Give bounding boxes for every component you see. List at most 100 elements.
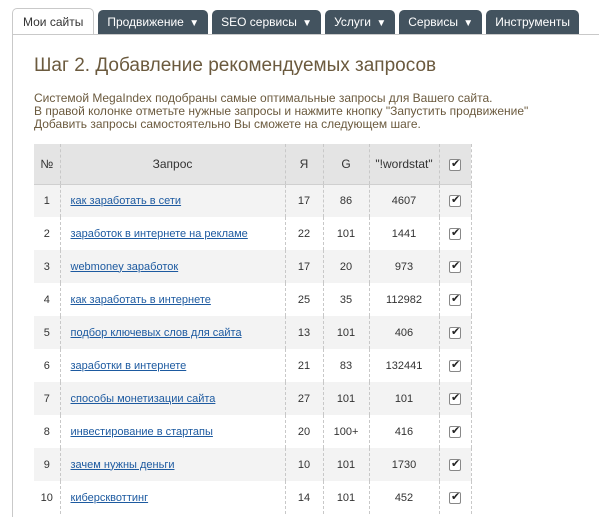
- row-num: 7: [43, 392, 50, 405]
- wordstat-count-cell: 406: [369, 316, 440, 349]
- wordstat-count: 406: [394, 326, 414, 339]
- query-link[interactable]: инвестирование в стартапы: [71, 426, 213, 438]
- query-link[interactable]: как заработать в интернете: [71, 294, 211, 306]
- query-link[interactable]: киберсквоттинг: [71, 492, 149, 504]
- wordstat-count: 132441: [385, 359, 423, 372]
- query-link-cell: как заработать в сети: [60, 184, 286, 217]
- chevron-down-icon: ▼: [376, 18, 387, 29]
- row-num-cell: 6: [34, 349, 61, 382]
- select-cell: [439, 481, 472, 514]
- yandex-position: 17: [297, 260, 311, 273]
- row-num-cell: 4: [34, 283, 61, 316]
- header-select-all: [439, 144, 472, 185]
- select-cell: [439, 250, 472, 283]
- row-num-cell: 3: [34, 250, 61, 283]
- table-row: 7 способы монетизации сайта 27 101 101: [34, 382, 472, 415]
- row-num-cell: 9: [34, 448, 61, 481]
- tab-label: Инструменты: [495, 15, 571, 29]
- select-cell: [439, 349, 472, 382]
- query-link[interactable]: зачем нужны деньги: [71, 459, 175, 471]
- query-checkbox[interactable]: [449, 226, 461, 240]
- query-link[interactable]: способы монетизации сайта: [71, 393, 216, 405]
- row-num-cell: 2: [34, 217, 61, 250]
- header-query: Запрос: [60, 144, 286, 185]
- yandex-position: 21: [297, 359, 311, 372]
- query-link-cell: как заработать в интернете: [60, 283, 286, 316]
- tab-services-paid[interactable]: Услуги ▼: [325, 10, 396, 35]
- yandex-position: 14: [297, 491, 311, 504]
- intro-text: Системой MegaIndex подобраны самые оптим…: [34, 92, 528, 131]
- yandex-position-cell: 27: [285, 382, 324, 415]
- row-num-cell: 10: [34, 481, 61, 514]
- header-yandex: Я: [285, 144, 324, 185]
- wordstat-count-cell: 132441: [369, 349, 440, 382]
- wordstat-count-cell: 416: [369, 415, 440, 448]
- query-checkbox[interactable]: [449, 193, 461, 207]
- query-link[interactable]: подбор ключевых слов для сайта: [71, 327, 242, 339]
- query-link-cell: инвестирование в стартапы: [60, 415, 286, 448]
- wordstat-count: 973: [394, 260, 414, 273]
- query-checkbox[interactable]: [449, 259, 461, 273]
- table-row: 4 как заработать в интернете 25 35 112982: [34, 283, 472, 316]
- tab-seo-services[interactable]: SEO сервисы ▼: [212, 10, 322, 35]
- select-cell: [439, 448, 472, 481]
- yandex-position: 17: [297, 194, 311, 207]
- tab-my-sites[interactable]: Мои сайты: [12, 8, 95, 35]
- select-cell: [439, 283, 472, 316]
- yandex-position: 13: [297, 326, 311, 339]
- select-all-checkbox[interactable]: [449, 157, 461, 171]
- yandex-position: 22: [297, 227, 311, 240]
- wordstat-count: 1730: [391, 458, 417, 471]
- google-position-cell: 101: [323, 448, 370, 481]
- header-num: №: [34, 144, 61, 185]
- row-num: 8: [43, 425, 50, 438]
- header-google: G: [323, 144, 370, 185]
- query-link[interactable]: webmoney заработок: [71, 261, 179, 273]
- query-link[interactable]: заработок в интернете на рекламе: [71, 228, 248, 240]
- tab-label: Сервисы: [408, 15, 458, 29]
- intro-line: Добавить запросы самостоятельно Вы сможе…: [34, 117, 421, 131]
- tab-label: Мои сайты: [23, 15, 84, 29]
- google-position-cell: 35: [323, 283, 370, 316]
- tab-tools[interactable]: Инструменты: [486, 10, 580, 35]
- tab-promotion[interactable]: Продвижение ▼: [98, 10, 209, 35]
- table-row: 5 подбор ключевых слов для сайта 13 101 406: [34, 316, 472, 349]
- query-link[interactable]: заработки в интернете: [71, 360, 187, 372]
- query-checkbox[interactable]: [449, 292, 461, 306]
- query-link-cell: заработки в интернете: [60, 349, 286, 382]
- google-position: 20: [339, 260, 353, 273]
- tab-services[interactable]: Сервисы ▼: [399, 10, 483, 35]
- chevron-down-icon: ▼: [302, 18, 313, 29]
- chevron-down-icon: ▼: [189, 18, 200, 29]
- query-checkbox[interactable]: [449, 424, 461, 438]
- google-position-cell: 83: [323, 349, 370, 382]
- query-checkbox[interactable]: [449, 358, 461, 372]
- select-cell: [439, 382, 472, 415]
- query-checkbox[interactable]: [449, 325, 461, 339]
- row-num: 1: [43, 194, 50, 207]
- wordstat-count-cell: 112982: [369, 283, 440, 316]
- tab-label: SEO сервисы: [221, 15, 297, 29]
- google-position: 83: [339, 359, 353, 372]
- row-num: 5: [43, 326, 50, 339]
- row-num-cell: 7: [34, 382, 61, 415]
- google-position: 101: [336, 392, 356, 405]
- row-num-cell: 5: [34, 316, 61, 349]
- google-position-cell: 101: [323, 382, 370, 415]
- query-checkbox[interactable]: [449, 490, 461, 504]
- google-position: 101: [336, 491, 356, 504]
- query-checkbox[interactable]: [449, 457, 461, 471]
- query-checkbox[interactable]: [449, 391, 461, 405]
- row-num: 9: [43, 458, 50, 471]
- row-num: 3: [43, 260, 50, 273]
- yandex-position-cell: 17: [285, 250, 324, 283]
- google-position-cell: 20: [323, 250, 370, 283]
- google-position: 101: [336, 458, 356, 471]
- table-row: 2 заработок в интернете на рекламе 22 101 14…: [34, 217, 472, 250]
- wordstat-count: 4607: [391, 194, 417, 207]
- yandex-position-cell: 20: [285, 415, 324, 448]
- row-num: 2: [43, 227, 50, 240]
- query-link[interactable]: как заработать в сети: [71, 195, 182, 207]
- query-link-cell: подбор ключевых слов для сайта: [60, 316, 286, 349]
- wordstat-count-cell: 4607: [369, 184, 440, 217]
